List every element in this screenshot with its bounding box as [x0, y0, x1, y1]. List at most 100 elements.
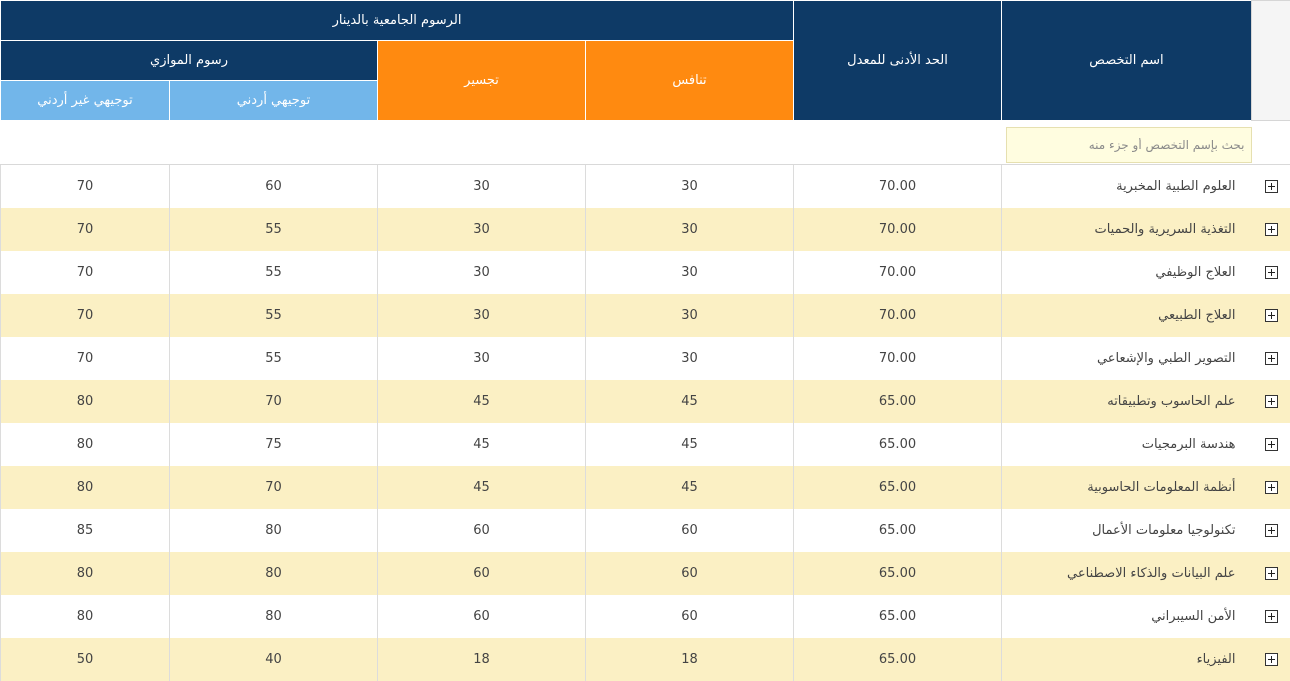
table-row: العلوم الطبية المخبرية70.0030306070 [1, 165, 1290, 208]
expand-plus-icon[interactable] [1265, 567, 1278, 580]
search-cell [1002, 121, 1252, 165]
expand-plus-icon[interactable] [1265, 610, 1278, 623]
cell-competition: 60 [586, 552, 794, 595]
expand-plus-icon[interactable] [1265, 653, 1278, 666]
cell-competition: 30 [586, 251, 794, 294]
expand-plus-icon[interactable] [1265, 180, 1278, 193]
header-university-fees: الرسوم الجامعية بالدينار [1, 1, 794, 41]
fees-table: اسم التخصص الحد الأدنى للمعدل الرسوم الج… [0, 0, 1290, 681]
cell-bridging: 30 [378, 165, 586, 208]
cell-major-name: العلاج الوظيفي [1002, 251, 1252, 294]
header-min-average[interactable]: الحد الأدنى للمعدل [794, 1, 1002, 121]
cell-min-average: 70.00 [794, 337, 1002, 380]
cell-jordanian: 55 [170, 208, 378, 251]
cell-major-name: الفيزياء [1002, 638, 1252, 681]
cell-competition: 45 [586, 466, 794, 509]
cell-bridging: 60 [378, 509, 586, 552]
cell-non-jordanian: 80 [1, 380, 170, 423]
expand-plus-icon[interactable] [1265, 395, 1278, 408]
expand-cell [1252, 466, 1290, 509]
table-row: التغذية السريرية والحميات70.0030305570 [1, 208, 1290, 251]
expand-cell [1252, 423, 1290, 466]
expand-plus-icon[interactable] [1265, 352, 1278, 365]
major-search-input[interactable] [1006, 127, 1252, 163]
expand-plus-icon[interactable] [1265, 438, 1278, 451]
cell-bridging: 45 [378, 380, 586, 423]
cell-jordanian: 80 [170, 552, 378, 595]
expand-plus-icon[interactable] [1265, 266, 1278, 279]
cell-competition: 30 [586, 337, 794, 380]
header-non-jordanian[interactable]: توجيهي غير أردني [1, 81, 170, 121]
expand-cell [1252, 552, 1290, 595]
cell-non-jordanian: 50 [1, 638, 170, 681]
expand-plus-icon[interactable] [1265, 524, 1278, 537]
filter-row [1, 121, 1290, 165]
cell-jordanian: 55 [170, 251, 378, 294]
cell-major-name: التصوير الطبي والإشعاعي [1002, 337, 1252, 380]
table-row: الفيزياء65.0018184050 [1, 638, 1290, 681]
cell-bridging: 30 [378, 337, 586, 380]
table-row: علم الحاسوب وتطبيقاته65.0045457080 [1, 380, 1290, 423]
cell-competition: 30 [586, 165, 794, 208]
cell-jordanian: 70 [170, 466, 378, 509]
table-row: العلاج الطبيعي70.0030305570 [1, 294, 1290, 337]
expand-cell [1252, 251, 1290, 294]
cell-non-jordanian: 80 [1, 552, 170, 595]
cell-min-average: 70.00 [794, 251, 1002, 294]
cell-major-name: العلاج الطبيعي [1002, 294, 1252, 337]
cell-competition: 45 [586, 380, 794, 423]
table-body: العلوم الطبية المخبرية70.0030306070التغذ… [1, 165, 1290, 681]
cell-jordanian: 80 [170, 595, 378, 638]
expand-cell [1252, 509, 1290, 552]
expand-cell [1252, 638, 1290, 681]
cell-non-jordanian: 70 [1, 251, 170, 294]
cell-jordanian: 55 [170, 337, 378, 380]
header-competition[interactable]: تنافس [586, 41, 794, 121]
cell-competition: 18 [586, 638, 794, 681]
expand-plus-icon[interactable] [1265, 309, 1278, 322]
cell-major-name: أنظمة المعلومات الحاسوبية [1002, 466, 1252, 509]
table-row: أنظمة المعلومات الحاسوبية65.0045457080 [1, 466, 1290, 509]
cell-jordanian: 55 [170, 294, 378, 337]
header-jordanian[interactable]: توجيهي أردني [170, 81, 378, 121]
cell-non-jordanian: 80 [1, 466, 170, 509]
cell-major-name: علم البيانات والذكاء الاصطناعي [1002, 552, 1252, 595]
expand-cell [1252, 165, 1290, 208]
cell-bridging: 30 [378, 208, 586, 251]
cell-competition: 30 [586, 294, 794, 337]
cell-bridging: 45 [378, 423, 586, 466]
cell-major-name: التغذية السريرية والحميات [1002, 208, 1252, 251]
table-row: علم البيانات والذكاء الاصطناعي65.0060608… [1, 552, 1290, 595]
cell-major-name: العلوم الطبية المخبرية [1002, 165, 1252, 208]
cell-major-name: علم الحاسوب وتطبيقاته [1002, 380, 1252, 423]
cell-non-jordanian: 70 [1, 208, 170, 251]
expand-plus-icon[interactable] [1265, 481, 1278, 494]
table-row: هندسة البرمجيات65.0045457580 [1, 423, 1290, 466]
cell-competition: 30 [586, 208, 794, 251]
expand-cell [1252, 380, 1290, 423]
cell-jordanian: 60 [170, 165, 378, 208]
cell-non-jordanian: 80 [1, 595, 170, 638]
expand-cell [1252, 294, 1290, 337]
filter-cell-empty [1252, 121, 1290, 165]
cell-bridging: 60 [378, 595, 586, 638]
cell-major-name: الأمن السيبراني [1002, 595, 1252, 638]
header-major-name[interactable]: اسم التخصص [1002, 1, 1252, 121]
filter-cell-blank [1, 121, 1002, 165]
expand-cell [1252, 337, 1290, 380]
cell-min-average: 65.00 [794, 423, 1002, 466]
expand-plus-icon[interactable] [1265, 223, 1278, 236]
cell-non-jordanian: 70 [1, 165, 170, 208]
cell-jordanian: 80 [170, 509, 378, 552]
header-parallel-fees: رسوم الموازي [1, 41, 378, 81]
table-row: التصوير الطبي والإشعاعي70.0030305570 [1, 337, 1290, 380]
cell-non-jordanian: 80 [1, 423, 170, 466]
header-bridging[interactable]: تجسير [378, 41, 586, 121]
cell-bridging: 45 [378, 466, 586, 509]
cell-jordanian: 70 [170, 380, 378, 423]
expand-cell [1252, 208, 1290, 251]
cell-bridging: 30 [378, 251, 586, 294]
table-row: العلاج الوظيفي70.0030305570 [1, 251, 1290, 294]
table-row: تكنولوجيا معلومات الأعمال65.0060608085 [1, 509, 1290, 552]
cell-non-jordanian: 70 [1, 337, 170, 380]
